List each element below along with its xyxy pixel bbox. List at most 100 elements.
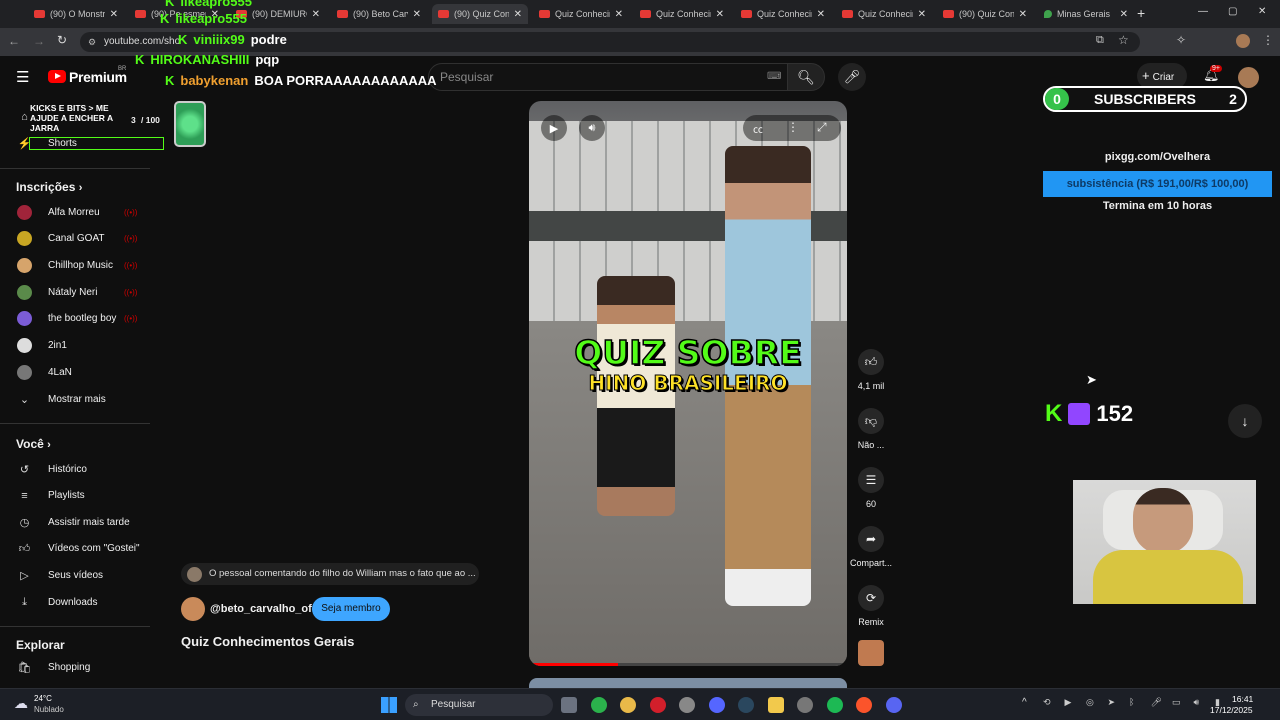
close-tab-icon[interactable]: ✕ — [817, 9, 825, 20]
discord-icon[interactable] — [885, 697, 902, 713]
channel-avatar[interactable] — [181, 597, 205, 621]
forward-icon[interactable]: → — [33, 34, 45, 48]
close-window-icon[interactable]: ✕ — [1258, 6, 1266, 17]
video-progress-bar[interactable] — [529, 663, 847, 666]
browser-tab[interactable]: Quiz Conhecim ✕ — [533, 4, 629, 24]
sidebar-item[interactable]: ↺ Histórico — [0, 456, 150, 482]
comments-button[interactable]: ☰ 60 — [850, 467, 892, 509]
close-tab-icon[interactable]: ✕ — [1120, 9, 1128, 20]
account-avatar[interactable] — [1238, 67, 1259, 88]
voice-search-button[interactable]: 🎤︎ — [838, 63, 866, 91]
maximize-icon[interactable]: ▢ — [1228, 6, 1237, 17]
play-button[interactable]: ▶ — [541, 115, 567, 141]
subscription-item[interactable]: Alfa Morreu ((•)) — [0, 199, 150, 225]
clock-date[interactable]: 17/12/2025 — [1210, 705, 1253, 715]
sidebar-item[interactable]: ◷ Assistir mais tarde — [0, 509, 150, 535]
subscription-item[interactable]: 2in1 — [0, 333, 150, 359]
search-input[interactable]: Pesquisar ⌨ — [428, 63, 788, 91]
close-tab-icon[interactable]: ✕ — [514, 9, 522, 20]
subscription-item[interactable]: Nátaly Neri ((•)) — [0, 279, 150, 305]
windows-start-icon[interactable] — [381, 697, 397, 713]
like-button[interactable]: 👍︎ 4,1 mil — [850, 349, 892, 391]
keyboard-icon[interactable]: ⌨ — [767, 64, 781, 90]
media-player-icon[interactable] — [590, 697, 607, 713]
close-tab-icon[interactable]: ✕ — [716, 9, 724, 20]
spotify-icon[interactable] — [826, 697, 843, 713]
sidebar-item[interactable]: ⤓ Downloads — [0, 589, 150, 615]
play-icon[interactable]: ▶ — [1065, 697, 1072, 708]
taskbar-search[interactable]: ⌕ Pesquisar — [405, 694, 553, 716]
volume-icon[interactable]: 🔊︎ — [1194, 697, 1200, 708]
new-tab-icon[interactable]: + — [1137, 5, 1145, 21]
show-more-button[interactable]: ⌄ Mostrar mais — [0, 386, 150, 412]
app-icon[interactable] — [797, 697, 813, 713]
back-icon[interactable]: ← — [8, 34, 20, 48]
youtube-logo-icon[interactable] — [48, 70, 66, 83]
browser-tab[interactable]: Minas Gerais ✕ — [1038, 4, 1134, 24]
close-tab-icon[interactable]: ✕ — [918, 9, 926, 20]
search-button[interactable]: 🔍︎ — [787, 63, 825, 91]
subscription-item[interactable]: the bootleg boy ((•)) — [0, 306, 150, 332]
browser-tab[interactable]: (90) Quiz Conh ✕ — [432, 4, 528, 24]
fullscreen-icon[interactable]: ⤢ — [817, 120, 827, 135]
scroll-down-button[interactable]: ↓ — [1228, 404, 1262, 438]
browser-tab[interactable]: Quiz Conhecim ✕ — [634, 4, 730, 24]
sync-icon[interactable]: ⟲ — [1043, 697, 1051, 708]
minimize-icon[interactable]: — — [1198, 6, 1208, 17]
close-tab-icon[interactable]: ✕ — [1019, 9, 1027, 20]
browser-tab[interactable]: Quiz Conhecim ✕ — [735, 4, 831, 24]
browser-tab[interactable]: (90) O Monstr ✕ — [28, 4, 124, 24]
brave-icon[interactable] — [856, 697, 872, 713]
subscription-item[interactable]: Canal GOAT ((•)) — [0, 226, 150, 252]
subscriptions-heading[interactable]: Inscrições › — [16, 180, 82, 194]
network-icon[interactable]: ▭ — [1172, 697, 1181, 708]
captions-icon[interactable]: ㏄ — [753, 121, 763, 136]
file-explorer-icon[interactable] — [561, 697, 577, 713]
bluetooth-icon[interactable]: ᛒ — [1129, 697, 1134, 707]
sidebar-item[interactable]: ▷ Seus vídeos — [0, 562, 150, 588]
dislike-button[interactable]: 👎︎ Não ... — [850, 408, 892, 450]
more-options-icon[interactable]: ⋮ — [787, 120, 799, 134]
clock-time[interactable]: 16:41 — [1232, 694, 1253, 704]
reload-icon[interactable]: ↻ — [57, 33, 67, 47]
join-button[interactable]: Seja membro — [312, 597, 390, 621]
browser-tab[interactable]: Quiz Conhecim ✕ — [836, 4, 932, 24]
close-tab-icon[interactable]: ✕ — [615, 9, 623, 20]
next-video-preview[interactable] — [529, 678, 847, 688]
shorts-video-player[interactable]: QUIZ SOBRE HINO BRASILEIRO ▶ 🔊︎ ㏄ ⋮ ⤢ — [529, 101, 847, 666]
sidebar-item[interactable]: 🛍︎ Shopping — [0, 654, 150, 680]
subscription-item[interactable]: Chillhop Music ((•)) — [0, 252, 150, 278]
profile-avatar[interactable] — [1236, 34, 1250, 48]
install-app-icon[interactable]: ⧉ — [1096, 34, 1104, 47]
bookmark-star-icon[interactable]: ☆ — [1118, 33, 1129, 47]
you-heading[interactable]: Você › — [16, 437, 51, 451]
sidebar-item[interactable]: 👍︎ Vídeos com "Gostei" — [0, 536, 150, 562]
share-button[interactable]: ➦ Compart... — [850, 526, 892, 568]
opera-icon[interactable] — [649, 697, 666, 713]
app-icon[interactable] — [708, 697, 725, 713]
comment-preview[interactable]: O pessoal comentando do filho do William… — [181, 563, 479, 585]
app-icon[interactable] — [679, 697, 695, 713]
remix-button[interactable]: ⟳ Remix — [850, 585, 892, 627]
site-info-icon[interactable]: ⚙ — [88, 32, 96, 52]
folder-icon[interactable] — [767, 697, 784, 713]
sidebar-item[interactable]: ≡ Playlists — [0, 483, 150, 509]
steam-icon[interactable] — [738, 697, 754, 713]
hamburger-menu-icon[interactable]: ☰ — [16, 68, 29, 86]
microphone-icon[interactable]: 🎤︎ — [1151, 697, 1162, 708]
sound-thumbnail[interactable] — [858, 640, 884, 666]
channel-name[interactable]: @beto_carvalho_ofc — [210, 603, 318, 615]
chrome-icon[interactable] — [620, 697, 636, 713]
volume-button[interactable]: 🔊︎ — [579, 115, 605, 141]
weather-icon[interactable]: ☁ — [14, 695, 28, 712]
browser-tab[interactable]: (90) Beto Carva ✕ — [331, 4, 427, 24]
close-tab-icon[interactable]: ✕ — [413, 9, 421, 20]
app-icon[interactable]: ◎ — [1086, 697, 1094, 708]
close-tab-icon[interactable]: ✕ — [312, 9, 320, 20]
share-icon[interactable]: ➤ — [1108, 697, 1116, 708]
subscription-item[interactable]: 4LaN — [0, 359, 150, 385]
browser-menu-icon[interactable]: ⋮ — [1262, 33, 1274, 47]
tray-overflow-icon[interactable]: ^ — [1022, 697, 1027, 708]
browser-tab[interactable]: (90) Quiz Conh ✕ — [937, 4, 1033, 24]
close-tab-icon[interactable]: ✕ — [110, 9, 118, 20]
